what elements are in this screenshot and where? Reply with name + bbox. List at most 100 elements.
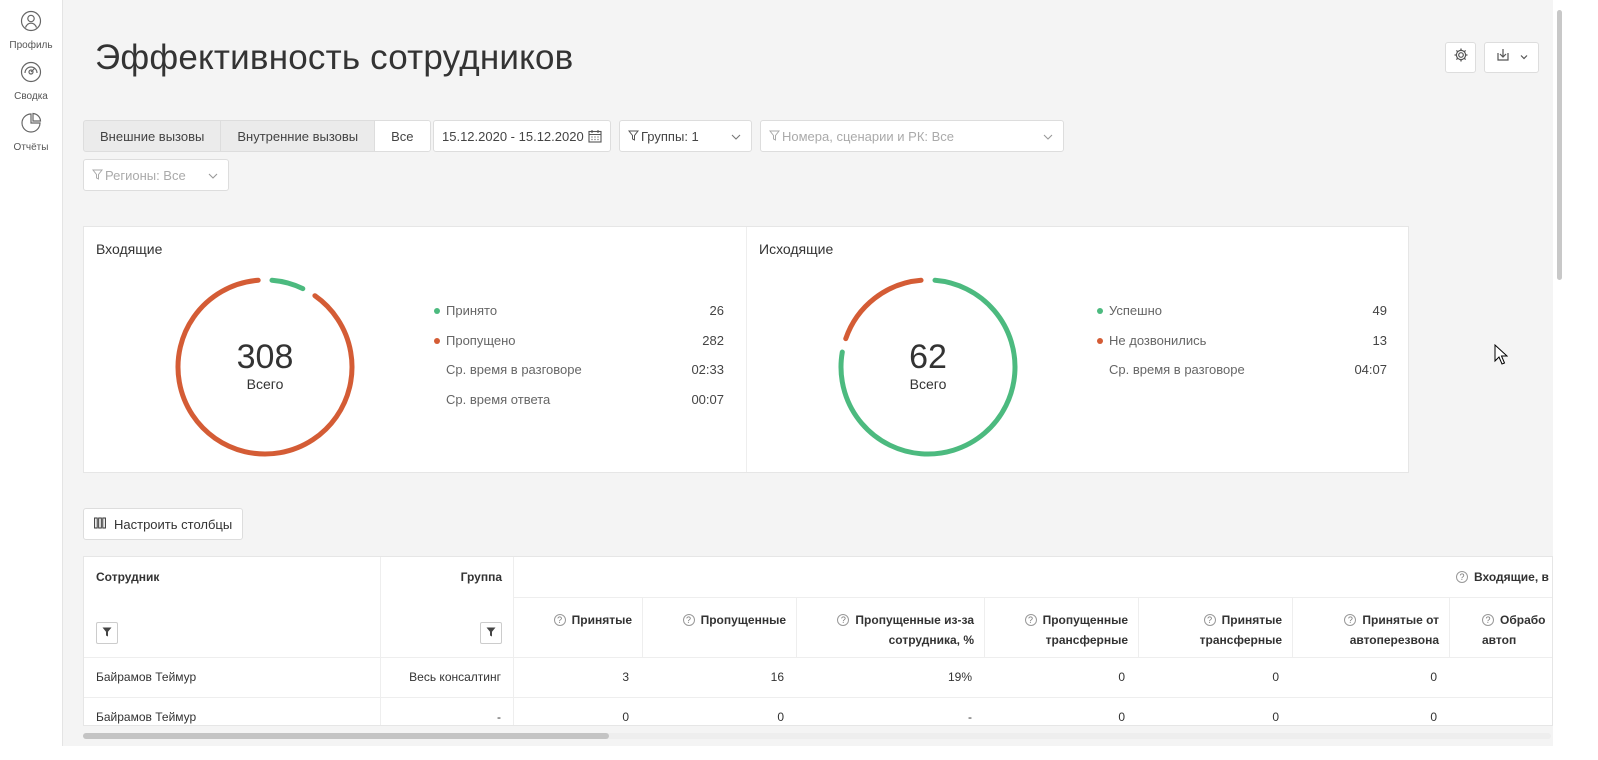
mouse-cursor-icon [1494, 343, 1509, 371]
user-icon [20, 10, 42, 37]
orange-dot-icon [1097, 337, 1103, 344]
subheader-label: Пропущенные трансферные [1042, 613, 1128, 647]
export-button[interactable] [1484, 42, 1539, 73]
tab-all-calls[interactable]: Все [375, 121, 430, 151]
employee-filter-button[interactable] [96, 622, 118, 644]
employee-table: Сотрудник Группа ? Входящие, в ? Принятые … [83, 556, 1553, 726]
outgoing-donut: 62 Всего [837, 276, 1019, 458]
column-header-group: Группа [460, 570, 502, 584]
numbers-filter-placeholder: Номера, сценарии и РК: Все [782, 128, 955, 144]
outgoing-legend: Успешно 49 Не дозвонились 13 Ср. время в… [1097, 301, 1387, 390]
subheader-label: Принятые [571, 613, 632, 627]
sidebar-item-summary[interactable]: Сводка [0, 51, 62, 102]
help-icon[interactable]: ? [553, 614, 566, 626]
sidebar-item-label: Сводка [14, 91, 48, 102]
legend-failed: Не дозвонились 13 [1097, 331, 1387, 361]
green-dot-icon [434, 308, 440, 314]
regions-filter[interactable]: Регионы: Все [83, 159, 229, 191]
help-icon[interactable]: ? [682, 614, 695, 626]
cell-group: - [497, 710, 501, 724]
filter-icon [486, 624, 496, 642]
subheader-missed: ? Пропущенные [643, 597, 797, 657]
outgoing-total: 62 [909, 338, 947, 376]
tab-internal-calls[interactable]: Внутренние вызовы [221, 121, 376, 151]
groups-filter-value: Группы: 1 [641, 128, 699, 144]
call-type-switch: Внешние вызовы Внутренние вызовы Все [83, 120, 431, 152]
subheader-accepted: ? Принятые [514, 597, 643, 657]
subheader-missed-by-employee: ? Пропущенные из-за сотрудника, % [797, 597, 985, 657]
numbers-scenarios-filter[interactable]: Номера, сценарии и РК: Все [760, 120, 1064, 152]
main-content: Эффективность сотрудников Внешние вызовы… [63, 0, 1553, 746]
cell-accepted-transfer: 0 [1272, 710, 1279, 724]
cell-employee: Байрамов Теймур [96, 710, 197, 724]
legend-value: 26 [709, 303, 724, 318]
legend-success: Успешно 49 [1097, 301, 1387, 331]
incoming-panel: Входящие 308 Всего Принято 26 Пропущено [84, 227, 747, 472]
horizontal-scrollbar-thumb[interactable] [83, 733, 609, 739]
column-group: Группа [381, 557, 514, 725]
cell-accepted: 3 [622, 670, 629, 684]
download-icon [1495, 47, 1511, 68]
filter-icon [102, 624, 112, 642]
legend-missed: Пропущено 282 [434, 331, 724, 361]
call-stats-card: Входящие 308 Всего Принято 26 Пропущено [83, 226, 1409, 473]
cell-group: Весь консалтинг [409, 670, 501, 684]
calendar-icon [588, 129, 602, 146]
outgoing-total-label: Всего [909, 376, 947, 392]
vertical-scrollbar-thumb[interactable] [1557, 10, 1562, 280]
help-icon[interactable]: ? [1203, 614, 1216, 626]
date-range-picker[interactable]: 15.12.2020 - 15.12.2020 [433, 120, 611, 152]
row-divider [84, 697, 1552, 698]
subheader-missed-transfer: ? Пропущенные трансферные [985, 597, 1139, 657]
legend-label: Успешно [1109, 303, 1162, 318]
incoming-donut: 308 Всего [174, 276, 356, 458]
sidebar: Профиль Сводка Отчёты [0, 0, 63, 746]
configure-columns-label: Настроить столбцы [114, 516, 233, 532]
incoming-legend: Принято 26 Пропущено 282 Ср. время в раз… [434, 301, 724, 419]
subheader-label: Принятые от автоперезвона [1349, 613, 1439, 647]
pie-chart-icon [20, 112, 42, 139]
chevron-down-icon [1519, 49, 1529, 67]
legend-value: 282 [702, 332, 724, 348]
cell-accepted-autocallback: 0 [1430, 710, 1437, 724]
subheader-label: Пропущенные [700, 613, 786, 627]
group-header-label: Входящие, в [1474, 570, 1549, 584]
filter-icon [91, 168, 104, 183]
outgoing-panel: Исходящие 62 Всего Успешно 49 Не дозвони… [747, 227, 1410, 472]
date-range-value: 15.12.2020 - 15.12.2020 [442, 128, 584, 144]
column-group-header-incoming: ? Входящие, в [1456, 570, 1549, 584]
group-filter-button[interactable] [480, 622, 502, 644]
groups-filter[interactable]: Группы: 1 [619, 120, 752, 152]
help-icon[interactable]: ? [837, 614, 850, 626]
page-title: Эффективность сотрудников [95, 38, 574, 77]
column-employee: Сотрудник [84, 557, 381, 725]
cell-missed: 0 [777, 710, 784, 724]
window-frame-bottom [0, 746, 1598, 760]
help-icon[interactable]: ? [1456, 571, 1468, 583]
help-icon[interactable]: ? [1482, 614, 1494, 626]
incoming-total-label: Всего [246, 376, 284, 392]
chevron-down-icon [1042, 131, 1054, 143]
legend-value: 49 [1372, 303, 1387, 318]
sidebar-item-reports[interactable]: Отчёты [0, 102, 62, 153]
settings-button[interactable] [1445, 42, 1476, 73]
sidebar-item-profile[interactable]: Профиль [0, 0, 62, 51]
sidebar-item-label: Профиль [9, 40, 53, 51]
columns-icon [94, 517, 114, 532]
horizontal-scrollbar[interactable] [83, 733, 1551, 739]
legend-avg-answer-time: Ср. время ответа 00:07 [434, 390, 724, 420]
help-icon[interactable]: ? [1024, 614, 1037, 626]
vertical-scrollbar[interactable] [1557, 10, 1563, 740]
incoming-total: 308 [236, 338, 294, 376]
tab-external-calls[interactable]: Внешние вызовы [84, 121, 222, 151]
dashboard-icon [20, 61, 42, 88]
cell-employee: Байрамов Теймур [96, 670, 197, 684]
orange-dot-icon [434, 337, 440, 344]
cell-missed: 16 [770, 670, 784, 684]
legend-label: Принято [446, 303, 498, 318]
green-dot-icon [1097, 308, 1103, 314]
help-icon[interactable]: ? [1344, 614, 1357, 626]
legend-value: 04:07 [1354, 362, 1387, 377]
configure-columns-button[interactable]: Настроить столбцы [83, 508, 244, 540]
cell-accepted-transfer: 0 [1272, 670, 1279, 684]
